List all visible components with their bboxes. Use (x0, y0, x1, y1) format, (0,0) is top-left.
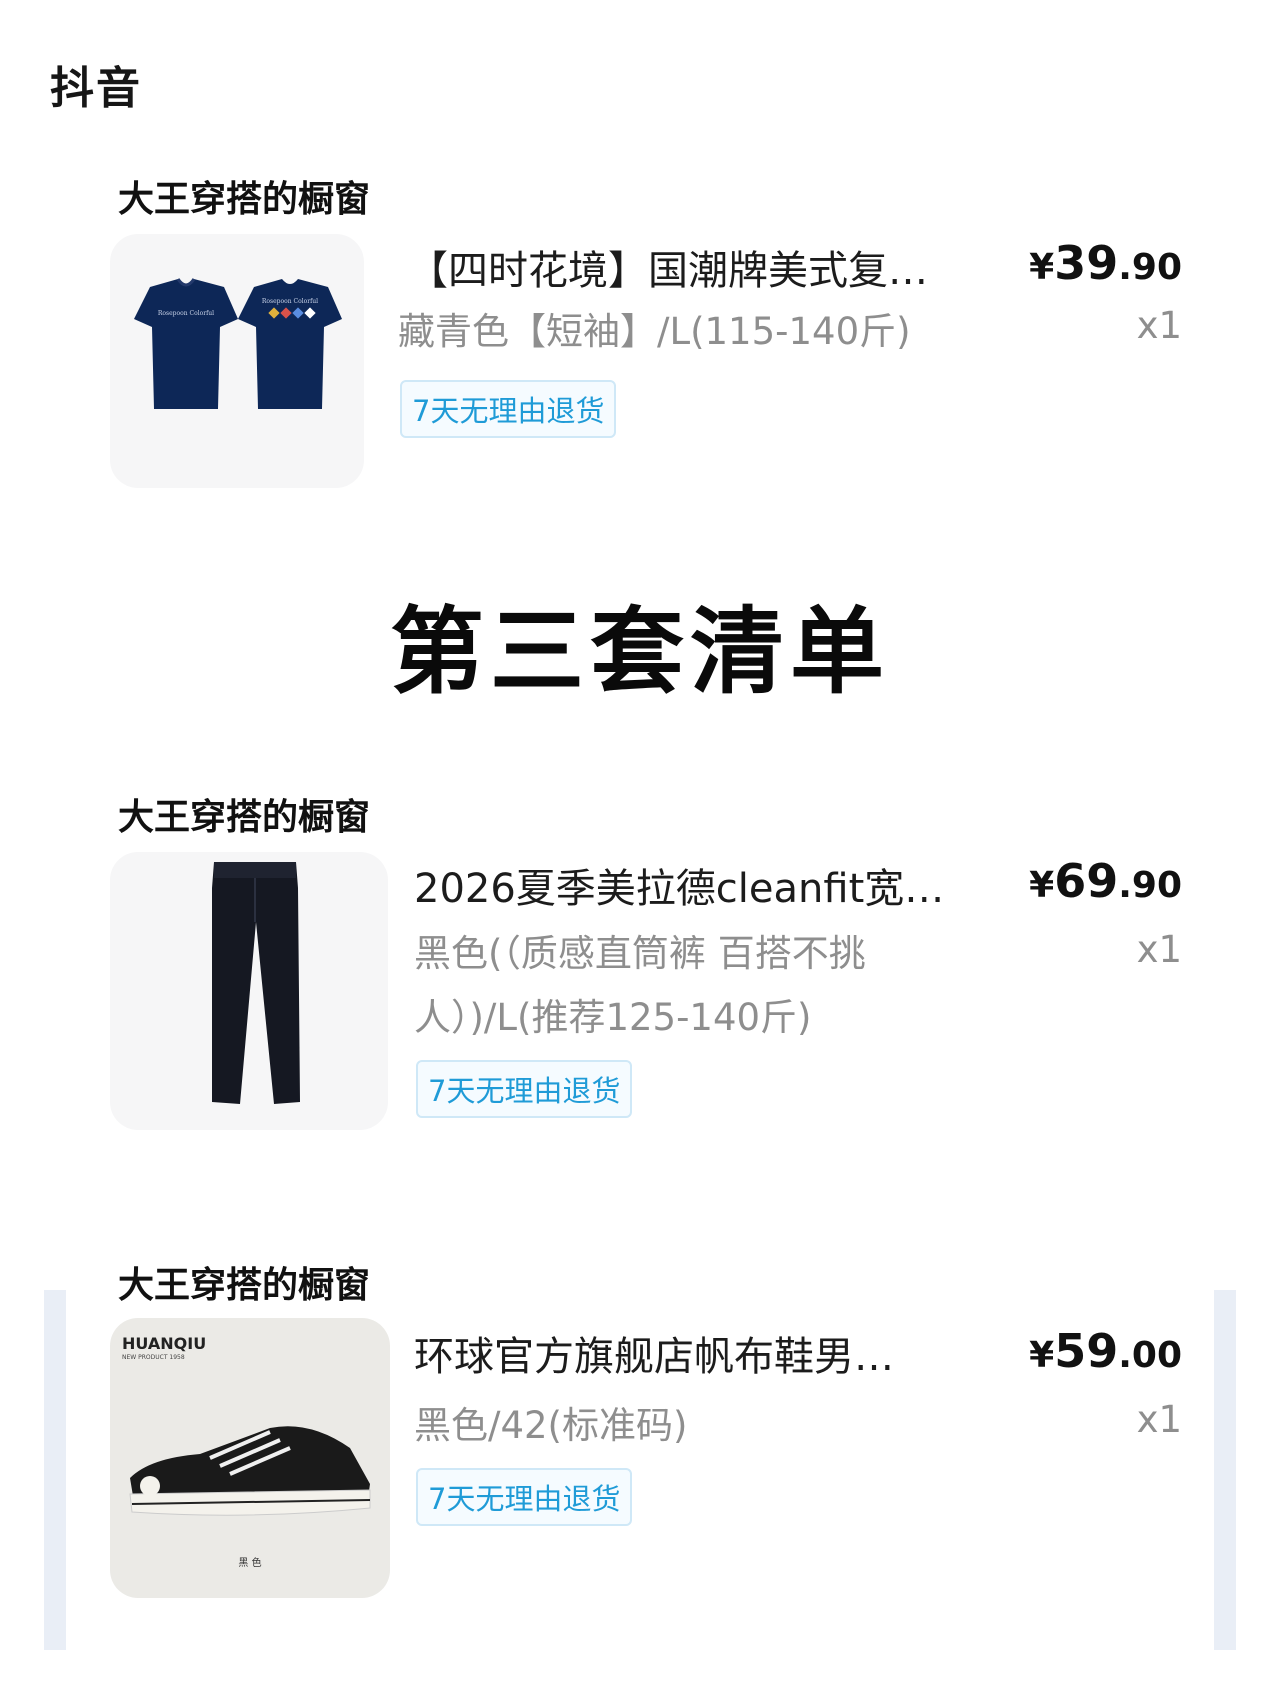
product-qty: x1 (1136, 1398, 1182, 1441)
price-integer: 59 (1054, 1324, 1119, 1378)
product-qty: x1 (1136, 304, 1182, 347)
tshirt-icon: Rosepoon Colorful Rosepoon Colorful (134, 278, 342, 409)
product-title[interactable]: 2026夏季美拉德cleanfit宽… (414, 856, 986, 914)
price-decimal: .00 (1118, 1335, 1182, 1376)
scroll-edge-left (44, 1290, 66, 1650)
price-decimal: .90 (1118, 247, 1182, 288)
shop-name[interactable]: 大王穿搭的橱窗 (118, 1256, 370, 1308)
section-title: 第三套清单 (389, 598, 890, 707)
return-policy-badge: 7天无理由退货 (400, 380, 617, 438)
print-text: Rosepoon Colorful (158, 310, 214, 317)
product-image-tshirt[interactable]: Rosepoon Colorful Rosepoon Colorful (110, 234, 364, 488)
product-title[interactable]: 环球官方旗舰店帆布鞋男… (414, 1324, 954, 1382)
product-price: ¥39.90 (1029, 236, 1182, 290)
price-currency: ¥ (1029, 1335, 1055, 1376)
price-decimal: .90 (1118, 865, 1182, 906)
scroll-edge-right (1214, 1290, 1236, 1650)
brand-logo: HUANQIU (122, 1334, 207, 1353)
app-title: 抖音 (50, 63, 142, 114)
product-spec: 黑色/42(标准码) (414, 1404, 688, 1447)
return-policy-badge: 7天无理由退货 (416, 1468, 633, 1526)
image-caption: 黑 色 (238, 1558, 262, 1569)
price-integer: 39 (1054, 236, 1119, 290)
product-title[interactable]: 【四时花境】国潮牌美式复… (408, 238, 978, 296)
return-policy-badge: 7天无理由退货 (416, 1060, 633, 1118)
product-spec: 藏青色【短袖】/L(115-140斤) (398, 310, 911, 353)
sneaker-icon (129, 1426, 371, 1516)
print-text: Rosepoon Colorful (262, 298, 318, 305)
product-price: ¥59.00 (1029, 1324, 1182, 1378)
product-price: ¥69.90 (1029, 854, 1182, 908)
shop-name[interactable]: 大王穿搭的橱窗 (118, 788, 370, 840)
price-integer: 69 (1054, 854, 1119, 908)
product-qty: x1 (1136, 928, 1182, 971)
product-spec: 黑色(（质感直筒裤 百搭不挑人）)/L(推荐125-140斤) (414, 932, 866, 1039)
pants-icon (212, 862, 300, 1104)
brand-sub: NEW PRODUCT 1958 (122, 1354, 185, 1361)
price-currency: ¥ (1029, 865, 1055, 906)
shop-name[interactable]: 大王穿搭的橱窗 (118, 170, 370, 222)
product-image-pants[interactable] (110, 852, 388, 1130)
product-image-sneaker[interactable]: HUANQIU NEW PRODUCT 1958 黑 色 (110, 1318, 390, 1598)
price-currency: ¥ (1029, 247, 1055, 288)
